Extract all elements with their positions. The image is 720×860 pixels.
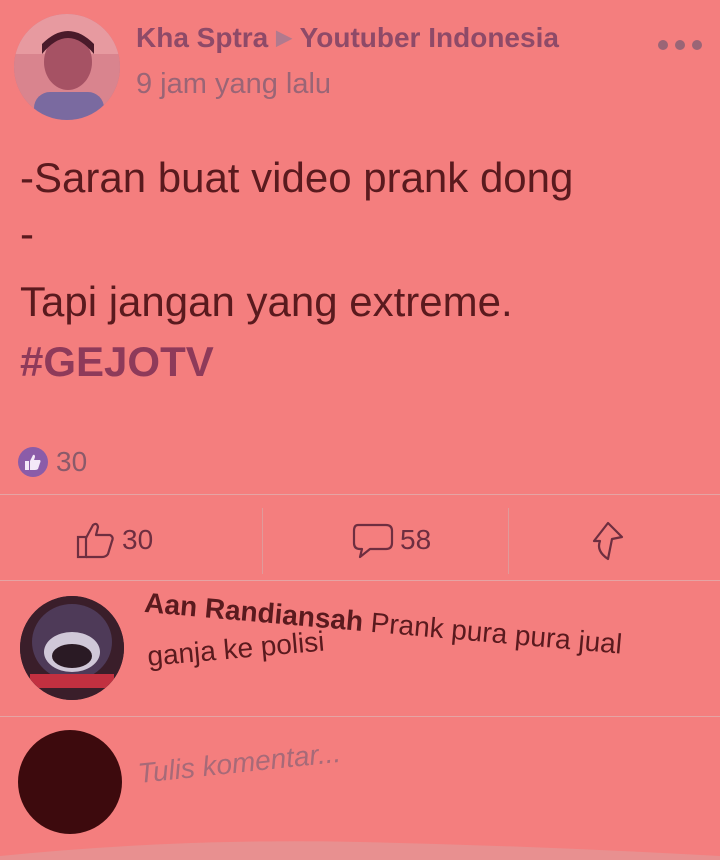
comment-input[interactable]: Tulis komentar... [136,737,342,790]
post-timestamp[interactable]: 9 jam yang lalu [136,68,331,101]
comment-bubble-icon [352,523,394,559]
bottom-decor [0,841,720,860]
post-hashtag[interactable]: #GEJOTV [20,334,710,390]
action-separator [508,508,509,574]
current-user-avatar [18,730,122,834]
group-name[interactable]: Youtuber Indonesia [300,22,559,53]
like-button[interactable]: 30 [76,500,153,580]
share-button[interactable] [590,500,626,580]
post-body: -Saran buat video prank dong - Tapi jang… [20,150,710,390]
author-name[interactable]: Kha Sptra [136,22,268,53]
post-line-1: -Saran buat video prank dong [20,154,574,201]
like-count: 30 [122,524,154,555]
divider [0,494,720,495]
arrow-right-icon: ▶ [276,27,292,49]
thumbs-up-icon [76,522,114,559]
post-header: Kha Sptra ▶ Youtuber Indonesia 9 jam yang … [0,0,720,125]
post-line-2: - [20,210,34,257]
post-line-3: Tapi jangan yang extreme. [20,278,513,325]
divider [0,716,720,717]
action-separator [262,508,263,574]
divider [0,580,720,581]
more-dots-icon[interactable] [658,38,702,52]
author-avatar[interactable] [14,14,120,120]
thumbs-up-badge-icon [18,447,48,477]
commenter-avatar[interactable] [20,596,124,700]
action-bar: 30 58 [0,500,720,580]
share-arrow-icon [592,521,624,561]
reaction-summary[interactable]: 30 [18,446,87,478]
reaction-count: 30 [56,446,88,477]
comment-button[interactable]: 58 [352,500,431,580]
comment-count: 58 [400,524,432,555]
comment-item: Aan Randiansah Prank pura pura jual ganj… [0,586,720,716]
author-line: Kha Sptra ▶ Youtuber Indonesia [136,22,559,54]
